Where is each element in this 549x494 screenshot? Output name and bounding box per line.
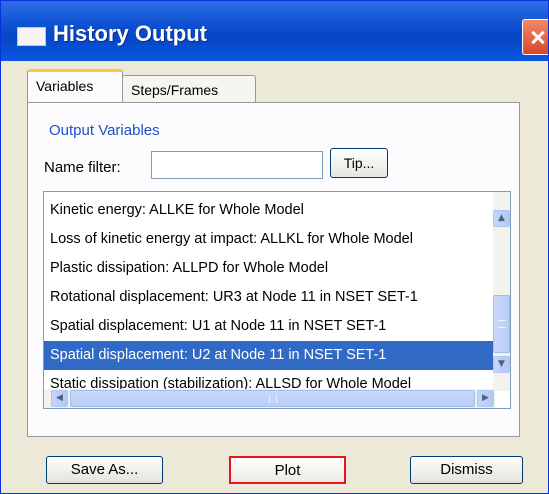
window-icon [17, 27, 46, 46]
scroll-down-icon[interactable]: ▼ [493, 356, 510, 373]
horizontal-scrollbar[interactable]: ◀ ▶ [44, 389, 495, 408]
scroll-up-icon[interactable]: ▲ [493, 210, 510, 227]
list-item[interactable]: Plastic dissipation: ALLPD for Whole Mod… [44, 254, 499, 283]
title-bar[interactable]: History Output [1, 1, 548, 61]
name-filter-label: Name filter: [44, 159, 121, 176]
scroll-right-icon[interactable]: ▶ [477, 390, 494, 407]
output-variables-list[interactable]: Kinetic energy: ALLKE for Whole Model Lo… [43, 191, 511, 409]
output-variables-label: Output Variables [49, 122, 160, 139]
save-as-button[interactable]: Save As... [46, 456, 163, 484]
name-filter-input[interactable] [151, 151, 323, 179]
history-output-dialog: History Output Variables Steps/Frames Ou… [0, 0, 549, 494]
window-title: History Output [53, 21, 207, 46]
close-icon[interactable] [522, 19, 548, 55]
list-item[interactable]: Loss of kinetic energy at impact: ALLKL … [44, 225, 499, 254]
list-items: Kinetic energy: ALLKE for Whole Model Lo… [44, 196, 499, 399]
plot-button[interactable]: Plot [229, 456, 346, 484]
vertical-scroll-thumb[interactable] [493, 295, 510, 353]
tab-variables[interactable]: Variables [27, 69, 123, 103]
list-item[interactable]: Kinetic energy: ALLKE for Whole Model [44, 196, 499, 225]
list-item[interactable]: Spatial displacement: U1 at Node 11 in N… [44, 312, 499, 341]
tab-steps-frames[interactable]: Steps/Frames [122, 75, 256, 105]
scroll-left-icon[interactable]: ◀ [51, 390, 68, 407]
variables-panel: Output Variables Name filter: Tip... Kin… [27, 102, 520, 437]
list-item[interactable]: Rotational displacement: UR3 at Node 11 … [44, 283, 499, 312]
list-item-selected[interactable]: Spatial displacement: U2 at Node 11 in N… [44, 341, 499, 370]
vertical-scrollbar[interactable]: ▲ ▼ [493, 192, 510, 391]
tip-button[interactable]: Tip... [330, 148, 388, 178]
horizontal-scroll-thumb[interactable] [70, 390, 475, 407]
dismiss-button[interactable]: Dismiss [410, 456, 523, 484]
